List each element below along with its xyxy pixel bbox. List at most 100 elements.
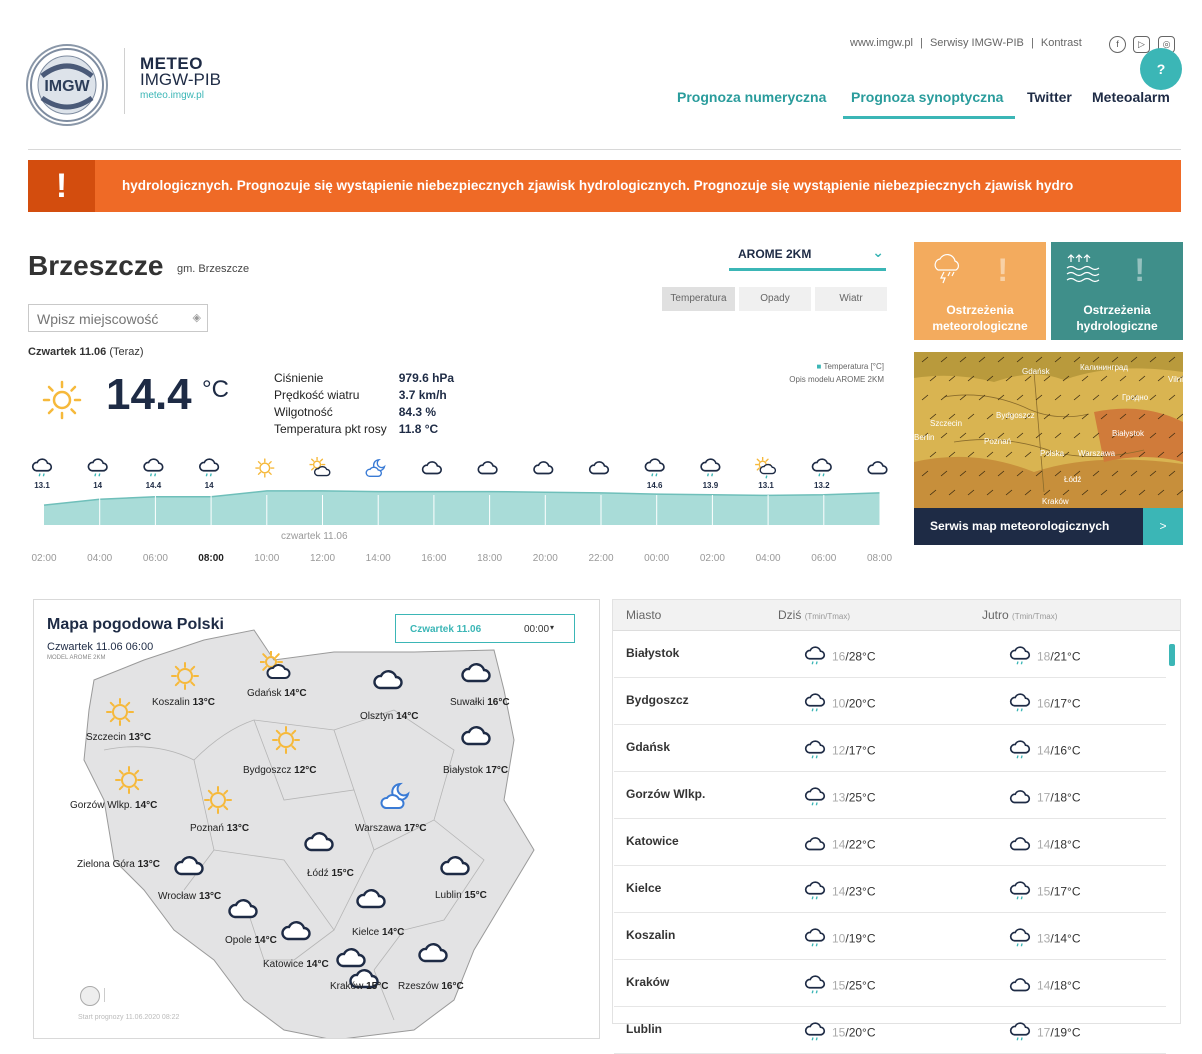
table-row[interactable]: Bydgoszcz 10/20°C 16/17°C — [614, 678, 1166, 725]
tab-wind[interactable]: Wiatr — [815, 287, 887, 311]
table-row[interactable]: Gorzów Wlkp. 13/25°C 17/18°C — [614, 772, 1166, 819]
hour-weather-rain-cloud-icon[interactable] — [31, 458, 53, 477]
hour-weather-rain-cloud-icon[interactable] — [87, 458, 108, 477]
detail-value: 3.7 km/h — [398, 388, 447, 402]
city-weather-cloud-icon[interactable] — [439, 850, 471, 887]
hour-weather-rain-cloud-icon[interactable] — [700, 458, 721, 477]
search-field[interactable]: ◈ — [28, 304, 208, 332]
current-day-now: (Teraz) — [109, 346, 144, 358]
city-weather-sun-icon[interactable] — [202, 784, 234, 821]
link-services[interactable]: Serwisy IMGW-PIB — [930, 37, 1024, 49]
model-select[interactable]: AROME 2KM ⌄ — [729, 244, 886, 266]
tab-precipitation[interactable]: Opady — [739, 287, 811, 311]
city-weather-cloud-icon[interactable] — [173, 850, 205, 887]
city-temperature-label: Koszalin 13°C — [152, 697, 215, 708]
table-row[interactable]: Kielce 14/23°C 15/17°C — [614, 866, 1166, 913]
city-temperature-label: Rzeszów 16°C — [398, 981, 464, 992]
hour-tick-label: 06:00 — [142, 553, 168, 564]
temp-min: 15 — [832, 1025, 846, 1040]
nav-synoptic-forecast[interactable]: Prognoza synoptyczna — [851, 89, 1003, 105]
hour-weather-rain-cloud-icon[interactable] — [198, 458, 220, 477]
alert-text[interactable]: hydrologicznych. Prognozuje się wystąpie… — [122, 178, 1152, 193]
locate-icon[interactable]: ◈ — [193, 311, 201, 324]
hour-weather-sun-icon[interactable] — [255, 458, 275, 478]
city-weather-cloud-icon[interactable] — [227, 893, 259, 930]
hour-weather-rain-cloud-icon[interactable] — [644, 458, 665, 477]
hour-weather-cloud-icon[interactable] — [588, 461, 610, 475]
gmina-name: gm. Brzeszcze — [177, 263, 250, 275]
temp-max: /23°C — [845, 884, 876, 899]
rain-cloud-icon — [804, 739, 826, 764]
hour-weather-cloud-icon[interactable] — [421, 461, 442, 475]
table-row[interactable]: Koszalin 10/19°C 13/14°C — [614, 913, 1166, 960]
cloud-icon — [1009, 833, 1031, 858]
poland-map-day: Czwartek 11.06 — [410, 624, 482, 635]
city-weather-sun-icon[interactable] — [169, 660, 201, 697]
map-place-label: Bydgoszcz — [996, 411, 1035, 420]
nav-numeric-forecast[interactable]: Prognoza numeryczna — [677, 89, 826, 105]
brand-url[interactable]: meteo.imgw.pl — [140, 90, 204, 101]
table-row[interactable]: Lublin 15/20°C 17/19°C — [614, 1007, 1166, 1054]
city-name: Warszawa — [355, 823, 405, 834]
hour-temp-label: 14 — [205, 481, 214, 490]
weather-maps-arrow-button[interactable]: > — [1143, 508, 1183, 545]
city-weather-sun-icon[interactable] — [113, 764, 145, 801]
city-weather-sun-icon[interactable] — [104, 696, 136, 733]
city-temp: 17°C — [485, 765, 509, 776]
city-weather-sun-cloud-icon[interactable] — [259, 650, 292, 688]
link-contrast[interactable]: Kontrast — [1041, 37, 1082, 49]
tab-temperature[interactable]: Temperatura — [662, 287, 735, 311]
imgw-logo[interactable]: IMGW — [26, 44, 108, 126]
hour-weather-cloud-icon[interactable] — [477, 461, 498, 475]
row-city: Gorzów Wlkp. — [626, 787, 706, 801]
hour-weather-cloud-icon[interactable] — [533, 461, 554, 475]
hour-weather-cloud-moon-icon[interactable] — [365, 458, 386, 477]
hour-weather-sun-rain-icon[interactable] — [755, 457, 776, 479]
city-weather-cloud-icon[interactable] — [460, 657, 492, 694]
hour-tick-label: 04:00 — [755, 553, 781, 564]
nav-twitter[interactable]: Twitter — [1027, 89, 1072, 105]
table-row[interactable]: Gdańsk 12/17°C 14/16°C — [614, 725, 1166, 772]
weather-maps-link-label[interactable]: Serwis map meteorologicznych — [930, 519, 1109, 533]
hour-weather-rain-cloud-icon[interactable] — [811, 458, 832, 477]
temp-max: /25°C — [845, 978, 876, 993]
link-imgw[interactable]: www.imgw.pl — [850, 37, 913, 49]
rain-cloud-icon — [804, 786, 826, 811]
table-scrollbar[interactable] — [1169, 644, 1175, 666]
city-weather-cloud-icon[interactable] — [460, 720, 492, 757]
city-name: Olsztyn — [360, 711, 397, 722]
city-weather-cloud-icon[interactable] — [417, 937, 449, 974]
row-city: Bydgoszcz — [626, 693, 689, 707]
column-range-hint: (Tmin/Tmax) — [804, 612, 851, 621]
table-row[interactable]: Katowice 14/22°C 14/18°C — [614, 819, 1166, 866]
city-weather-cloud-moon-icon[interactable] — [380, 780, 412, 817]
help-button[interactable]: ? — [1140, 48, 1182, 90]
model-select-underline — [729, 268, 886, 271]
hour-weather-rain-cloud-icon[interactable] — [143, 458, 164, 477]
today-temp: 15/25°C — [804, 974, 876, 999]
current-temperature: 14.4 — [106, 370, 192, 419]
city-temp: 16°C — [441, 981, 464, 992]
city-weather-cloud-icon[interactable] — [372, 664, 404, 701]
temp-min: 14 — [832, 837, 846, 852]
city-name: Gorzów Wlkp. — [70, 800, 136, 811]
facebook-icon[interactable]: f — [1109, 36, 1126, 53]
poland-map-time-select[interactable]: Czwartek 11.06 00:00 ▾ — [395, 614, 575, 643]
table-row[interactable]: Białystok 16/28°C 18/21°C — [614, 631, 1166, 678]
search-input[interactable] — [35, 310, 189, 328]
legend-model-desc[interactable]: Opis modelu AROME 2KM — [789, 373, 884, 386]
city-weather-cloud-icon[interactable] — [280, 915, 312, 952]
city-weather-sun-icon[interactable] — [270, 724, 302, 761]
meteo-warnings-tile[interactable]: ! Ostrzeżenia meteorologiczne — [914, 242, 1046, 340]
table-row[interactable]: Kraków 15/25°C 14/18°C — [614, 960, 1166, 1007]
weather-map-preview[interactable]: Gdańsk Калининград Vilni Гродно Bydgoszc… — [914, 352, 1183, 508]
current-temperature-unit: °C — [202, 376, 229, 403]
hour-weather-cloud-icon[interactable] — [867, 461, 888, 475]
hydro-warnings-tile[interactable]: ! Ostrzeżenia hydrologiczne — [1051, 242, 1183, 340]
city-weather-cloud-icon[interactable] — [303, 826, 335, 863]
city-name: Szczecin — [86, 732, 129, 743]
youtube-icon[interactable]: ▷ — [1133, 36, 1150, 53]
nav-meteoalarm[interactable]: Meteoalarm — [1092, 89, 1170, 105]
hour-weather-sun-cloud-icon[interactable] — [309, 457, 331, 477]
city-weather-cloud-icon[interactable] — [355, 883, 387, 920]
